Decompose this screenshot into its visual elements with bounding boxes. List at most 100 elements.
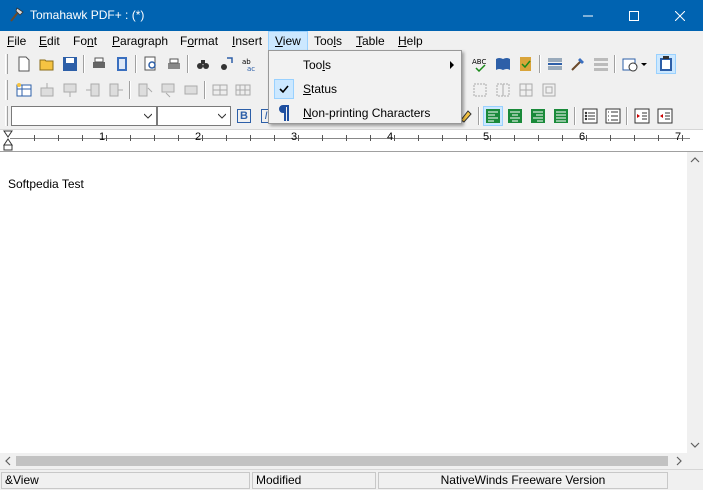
grid-lines-icon: [594, 58, 608, 71]
cell-border-button[interactable]: [470, 80, 490, 100]
menu-font-rest: t: [93, 34, 98, 48]
vertical-scrollbar[interactable]: [687, 152, 703, 453]
toolbar-grip[interactable]: [5, 54, 8, 74]
print-preview-button[interactable]: [141, 54, 161, 74]
cell-inner-border-icon: [496, 83, 510, 97]
view-menu-status[interactable]: Status: [270, 77, 460, 101]
view-menu-nonprinting-label: Non-printing Characters: [303, 101, 430, 125]
object-button[interactable]: [591, 54, 611, 74]
minimize-button[interactable]: [565, 0, 611, 31]
horizontal-scrollbar[interactable]: [0, 453, 687, 469]
new-document-button[interactable]: [14, 54, 34, 74]
format-painter-button[interactable]: [568, 54, 588, 74]
view-menu-nonprinting-rest: on-printing Characters: [311, 106, 431, 120]
ruler-tick: [322, 135, 323, 141]
menu-file-rest: ile: [14, 34, 27, 48]
minimize-icon: [583, 15, 593, 16]
merge-cells-button[interactable]: [181, 80, 201, 100]
clipboard-button[interactable]: [656, 54, 676, 74]
font-name-combo[interactable]: [11, 106, 157, 126]
cell-all-borders-button[interactable]: [516, 80, 536, 100]
ruler-tick: [634, 135, 635, 141]
delete-column-icon: [138, 83, 153, 97]
ruler-tick: [586, 135, 587, 141]
toolbar-grip[interactable]: [5, 106, 8, 126]
cell-all-borders-icon: [519, 83, 533, 97]
numbering-button[interactable]: [603, 106, 623, 126]
book-icon: [117, 57, 127, 71]
insert-row-below-button[interactable]: [60, 80, 80, 100]
toolbar-grip[interactable]: [5, 80, 8, 100]
insert-row-above-button[interactable]: [37, 80, 57, 100]
dictionary-button[interactable]: [493, 54, 513, 74]
menu-bar: File Edit Font Paragraph Format Insert V…: [0, 31, 703, 51]
open-folder-icon: [39, 59, 54, 71]
document-text[interactable]: Softpedia Test: [8, 177, 84, 191]
view-menu-nonprinting[interactable]: Non-printing Characters: [270, 101, 460, 125]
new-document-icon: [18, 56, 30, 72]
horizontal-rule-icon: [548, 58, 562, 70]
menu-insert[interactable]: Insert: [226, 31, 268, 51]
font-size-combo[interactable]: [157, 106, 231, 126]
menu-tools[interactable]: Tools: [308, 31, 348, 51]
find-next-button[interactable]: [216, 54, 236, 74]
table-grid-button[interactable]: [233, 80, 253, 100]
replace-icon: abac: [242, 58, 255, 72]
find-button[interactable]: [193, 54, 213, 74]
open-button[interactable]: [37, 54, 57, 74]
cell-inner-border-button[interactable]: [493, 80, 513, 100]
delete-row-button[interactable]: [158, 80, 178, 100]
ruler[interactable]: 1 2 3 4 5 6 7: [0, 130, 703, 152]
menu-table[interactable]: Table: [350, 31, 391, 51]
menu-view-rest: iew: [282, 34, 301, 48]
maximize-button[interactable]: [611, 0, 657, 31]
insert-column-right-button[interactable]: [106, 80, 126, 100]
bullets-button[interactable]: [580, 106, 600, 126]
ruler-number: 3: [291, 131, 298, 143]
close-button[interactable]: [657, 0, 703, 31]
split-cells-button[interactable]: [210, 80, 230, 100]
menu-font[interactable]: Font: [67, 31, 103, 51]
menu-view[interactable]: View: [268, 31, 308, 51]
justify-button[interactable]: [551, 106, 571, 126]
toolbar-separator: [135, 55, 137, 73]
date-time-dropdown-button[interactable]: [620, 54, 650, 74]
spellcheck-button[interactable]: ABC: [470, 54, 490, 74]
insert-column-left-button[interactable]: [83, 80, 103, 100]
printer-setup-button[interactable]: [164, 54, 184, 74]
align-center-button[interactable]: [505, 106, 525, 126]
save-icon: [63, 57, 77, 71]
insert-table-button[interactable]: [14, 80, 34, 100]
align-right-button[interactable]: [528, 106, 548, 126]
view-menu-tools[interactable]: Tools: [270, 53, 460, 77]
pdf-button[interactable]: [112, 54, 132, 74]
menu-file[interactable]: File: [1, 31, 32, 51]
align-left-button[interactable]: [483, 106, 503, 126]
ruler-tick: [274, 135, 275, 141]
menu-edit[interactable]: Edit: [33, 31, 66, 51]
menu-format[interactable]: Format: [174, 31, 224, 51]
insert-line-button[interactable]: [545, 54, 565, 74]
replace-button[interactable]: ab ac: [239, 54, 259, 74]
view-menu-tools-label: Tools: [303, 53, 331, 77]
menu-tools-pre: Too: [314, 34, 334, 48]
bold-button[interactable]: B: [234, 106, 254, 126]
ruler-tick: [226, 135, 227, 141]
print-button[interactable]: [89, 54, 109, 74]
close-icon: [675, 10, 685, 21]
horizontal-scroll-thumb[interactable]: [16, 456, 668, 466]
increase-indent-button[interactable]: [632, 106, 652, 126]
document-area[interactable]: Softpedia Test: [0, 152, 687, 453]
cell-no-border-button[interactable]: [539, 80, 559, 100]
spellcheck-icon: ABC: [472, 58, 486, 72]
save-button[interactable]: [60, 54, 80, 74]
delete-column-button[interactable]: [135, 80, 155, 100]
decrease-indent-button[interactable]: [655, 106, 675, 126]
toolbar-separator: [129, 81, 131, 99]
ruler-tick: [154, 135, 155, 141]
toolbar-separator: [187, 55, 189, 73]
menu-paragraph[interactable]: Paragraph: [106, 31, 174, 51]
ruler-tick: [466, 135, 467, 141]
thesaurus-button[interactable]: [516, 54, 536, 74]
menu-help[interactable]: Help: [392, 31, 429, 51]
